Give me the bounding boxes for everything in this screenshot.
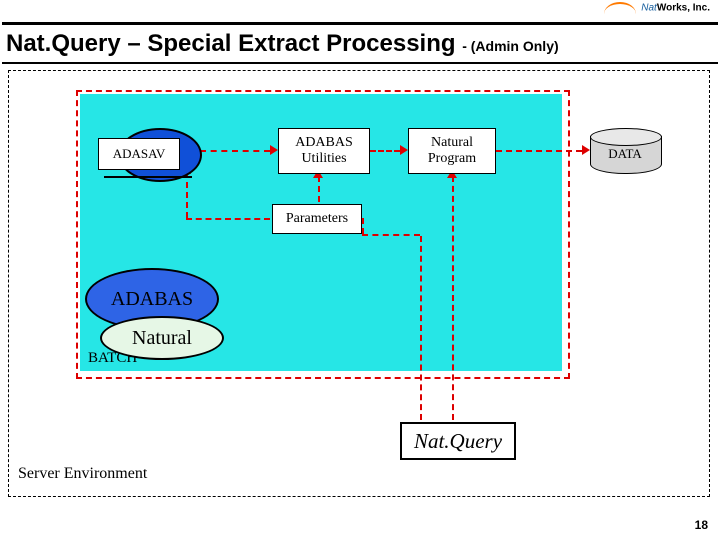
- natquery-node: Nat.Query: [400, 422, 516, 460]
- adasav-node: ADASAV: [98, 120, 208, 190]
- natural-label: Natural: [132, 327, 192, 350]
- slide-title: Nat.Query – Special Extract Processing -…: [6, 30, 559, 58]
- parameters-node: Parameters: [272, 204, 362, 234]
- adabas-label: ADABAS: [111, 288, 193, 311]
- arrow-natquery-to-params-h2: [362, 218, 364, 234]
- arrow-params-to-utilities: [318, 176, 320, 202]
- logo-text-2: Works, Inc.: [657, 3, 710, 14]
- data-cylinder: DATA: [590, 128, 660, 172]
- logo-text-1: Nat: [641, 3, 657, 14]
- page-number: 18: [695, 518, 708, 532]
- natural-ellipse: Natural: [100, 316, 224, 360]
- arrow-natquery-to-natprog: [452, 176, 454, 420]
- company-logo: NatWorks, Inc.: [604, 2, 710, 14]
- arrow-params-left: [186, 218, 270, 220]
- arrow-natquery-to-params-v: [420, 236, 422, 420]
- top-rule: [2, 22, 718, 25]
- arrowhead-icon: [400, 145, 408, 155]
- title-sub: - (Admin Only): [462, 38, 558, 54]
- slide: NatWorks, Inc. Nat.Query – Special Extra…: [0, 0, 720, 540]
- title-main: Nat.Query – Special Extract Processing: [6, 30, 462, 57]
- arrowhead-icon: [270, 145, 278, 155]
- data-label: DATA: [590, 146, 660, 162]
- arrow-utilities-to-natprog: [370, 150, 400, 152]
- adasav-underline: [104, 176, 192, 178]
- cylinder-top-icon: [590, 128, 662, 146]
- natural-program-node: Natural Program: [408, 128, 496, 174]
- arrowhead-icon: [582, 145, 590, 155]
- title-rule: [2, 62, 718, 64]
- arrow-natprog-to-data: [496, 150, 582, 152]
- arrow-natquery-to-params-h: [362, 234, 420, 236]
- server-environment-label: Server Environment: [18, 465, 147, 483]
- arrow-adasav-to-utilities: [200, 150, 270, 152]
- logo-swoosh-icon: [604, 2, 636, 14]
- adabas-utilities-node: ADABAS Utilities: [278, 128, 370, 174]
- adasav-label: ADASAV: [98, 138, 180, 170]
